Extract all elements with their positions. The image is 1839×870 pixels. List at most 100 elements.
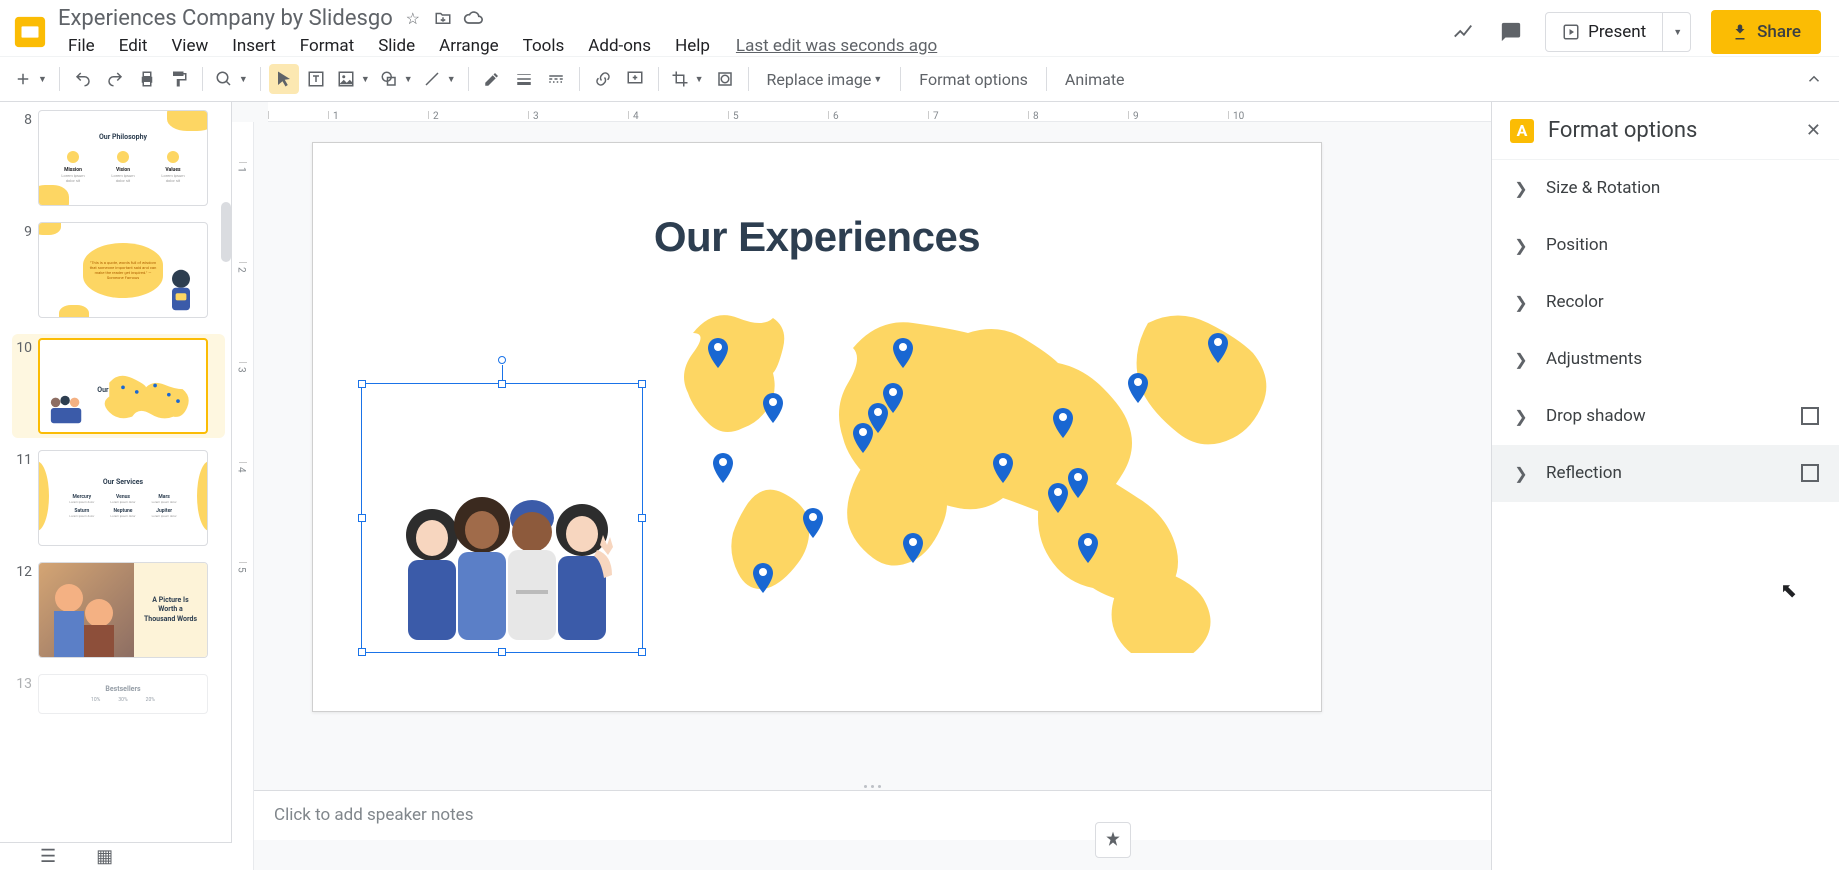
- shape-tool[interactable]: ▼: [376, 64, 417, 94]
- chevron-right-icon: ❯: [1512, 464, 1530, 482]
- resize-handle-e[interactable]: [638, 514, 646, 522]
- present-dropdown[interactable]: ▼: [1662, 13, 1690, 51]
- section-size-rotation[interactable]: ❯ Size & Rotation: [1492, 160, 1839, 217]
- menubar: File Edit View Insert Format Slide Arran…: [58, 33, 1449, 59]
- close-panel-button[interactable]: ✕: [1806, 120, 1821, 141]
- section-adjustments[interactable]: ❯ Adjustments: [1492, 331, 1839, 388]
- slide-thumbnail-11[interactable]: Our Services MercuryLorem ipsum dolor Ve…: [38, 450, 208, 546]
- border-weight-button[interactable]: [509, 64, 539, 94]
- select-tool[interactable]: [269, 64, 299, 94]
- last-edit-link[interactable]: Last edit was seconds ago: [736, 36, 937, 56]
- explore-button[interactable]: [1095, 822, 1131, 858]
- slide-number: 8: [12, 110, 32, 128]
- collapse-toolbar-button[interactable]: [1799, 64, 1829, 94]
- format-options-button[interactable]: Format options: [909, 64, 1038, 94]
- print-button[interactable]: [132, 64, 162, 94]
- menu-help[interactable]: Help: [665, 34, 720, 58]
- present-label: Present: [1588, 22, 1646, 42]
- slide-thumbnail-12[interactable]: A Picture Is Worth a Thousand Words: [38, 562, 208, 658]
- resize-handle-se[interactable]: [638, 648, 646, 656]
- menu-addons[interactable]: Add-ons: [578, 34, 661, 58]
- menu-arrange[interactable]: Arrange: [429, 34, 508, 58]
- format-options-panel: A Format options ✕ ❯ Size & Rotation ❯ P…: [1491, 102, 1839, 870]
- border-dash-button[interactable]: [541, 64, 571, 94]
- slide-number: 12: [12, 562, 32, 580]
- resize-handle-sw[interactable]: [358, 648, 366, 656]
- menu-view[interactable]: View: [161, 34, 218, 58]
- redo-button[interactable]: [100, 64, 130, 94]
- link-button[interactable]: [588, 64, 618, 94]
- rotate-handle[interactable]: [498, 356, 506, 364]
- resize-handle-s[interactable]: [498, 648, 506, 656]
- menu-slide[interactable]: Slide: [368, 34, 425, 58]
- present-button-group: Present ▼: [1545, 12, 1691, 52]
- filmstrip-scrollbar[interactable]: [221, 202, 231, 262]
- activity-icon[interactable]: [1449, 18, 1477, 46]
- chevron-right-icon: ❯: [1512, 236, 1530, 254]
- cloud-status-icon[interactable]: [463, 8, 483, 28]
- resize-handle-w[interactable]: [358, 514, 366, 522]
- line-tool[interactable]: ▼: [419, 64, 460, 94]
- drop-shadow-checkbox[interactable]: [1801, 407, 1819, 425]
- animate-button[interactable]: Animate: [1055, 64, 1135, 94]
- view-switcher: ☰ ▦: [0, 842, 232, 870]
- slide-number: 10: [12, 338, 32, 356]
- speaker-notes-placeholder: Click to add speaker notes: [274, 805, 473, 825]
- share-button[interactable]: Share: [1711, 10, 1821, 54]
- new-slide-button[interactable]: ▼: [10, 64, 51, 94]
- undo-button[interactable]: [68, 64, 98, 94]
- notes-resize-handle[interactable]: [853, 785, 893, 789]
- format-panel-icon: A: [1510, 119, 1534, 143]
- share-label: Share: [1757, 22, 1801, 42]
- mask-button[interactable]: [710, 64, 740, 94]
- star-icon[interactable]: ☆: [403, 8, 423, 28]
- menu-insert[interactable]: Insert: [222, 34, 286, 58]
- crop-button[interactable]: ▼: [667, 64, 708, 94]
- move-to-folder-icon[interactable]: [433, 8, 453, 28]
- chevron-right-icon: ❯: [1512, 293, 1530, 311]
- doc-title[interactable]: Experiences Company by Slidesgo: [58, 6, 393, 31]
- grid-view-icon[interactable]: ▦: [96, 846, 113, 867]
- resize-handle-nw[interactable]: [358, 380, 366, 388]
- menu-format[interactable]: Format: [290, 34, 364, 58]
- section-drop-shadow[interactable]: ❯ Drop shadow: [1492, 388, 1839, 445]
- image-tool[interactable]: ▼: [333, 64, 374, 94]
- resize-handle-n[interactable]: [498, 380, 506, 388]
- section-position[interactable]: ❯ Position: [1492, 217, 1839, 274]
- slide-thumbnail-8[interactable]: Our Philosophy MissionLorem ipsum dolor …: [38, 110, 208, 206]
- people-illustration-icon: [382, 480, 622, 640]
- format-panel-title: Format options: [1548, 118, 1697, 143]
- resize-handle-ne[interactable]: [638, 380, 646, 388]
- slide-title[interactable]: Our Experiences: [313, 213, 1321, 261]
- chevron-right-icon: ❯: [1512, 407, 1530, 425]
- section-recolor[interactable]: ❯ Recolor: [1492, 274, 1839, 331]
- slide-canvas[interactable]: Our Experiences: [312, 142, 1322, 712]
- paint-format-button[interactable]: [164, 64, 194, 94]
- menu-tools[interactable]: Tools: [513, 34, 575, 58]
- add-comment-button[interactable]: [620, 64, 650, 94]
- world-map-image[interactable]: [653, 293, 1279, 653]
- slides-logo-icon[interactable]: [10, 12, 50, 52]
- border-color-button[interactable]: [477, 64, 507, 94]
- reflection-checkbox[interactable]: [1801, 464, 1819, 482]
- present-button[interactable]: Present: [1546, 22, 1662, 42]
- slide-thumbnail-10[interactable]: Our Experiences: [38, 338, 208, 434]
- slide-thumbnail-9[interactable]: "This is a quote, words full of wisdom t…: [38, 222, 208, 318]
- slide-thumbnail-13[interactable]: Bestsellers 10% 30% 20%: [38, 674, 208, 714]
- zoom-button[interactable]: ▼: [211, 64, 252, 94]
- menu-edit[interactable]: Edit: [109, 34, 158, 58]
- ruler-vertical: 12345: [232, 122, 254, 870]
- selected-image-people[interactable]: [361, 383, 643, 653]
- slide-number: 13: [12, 674, 32, 692]
- filmstrip[interactable]: 8 Our Philosophy MissionLorem ipsum dolo…: [0, 102, 232, 870]
- textbox-tool[interactable]: [301, 64, 331, 94]
- comments-icon[interactable]: [1497, 18, 1525, 46]
- speaker-notes[interactable]: Click to add speaker notes: [254, 790, 1491, 840]
- replace-image-button[interactable]: Replace image▼: [757, 64, 893, 94]
- section-reflection[interactable]: ❯ Reflection: [1492, 445, 1839, 502]
- canvas[interactable]: 12345678910 12345 Our Experiences: [232, 102, 1491, 870]
- slide-number: 11: [12, 450, 32, 468]
- filmstrip-view-icon[interactable]: ☰: [40, 846, 56, 867]
- menu-file[interactable]: File: [58, 34, 105, 58]
- cursor-icon: ⬉: [1780, 578, 1797, 602]
